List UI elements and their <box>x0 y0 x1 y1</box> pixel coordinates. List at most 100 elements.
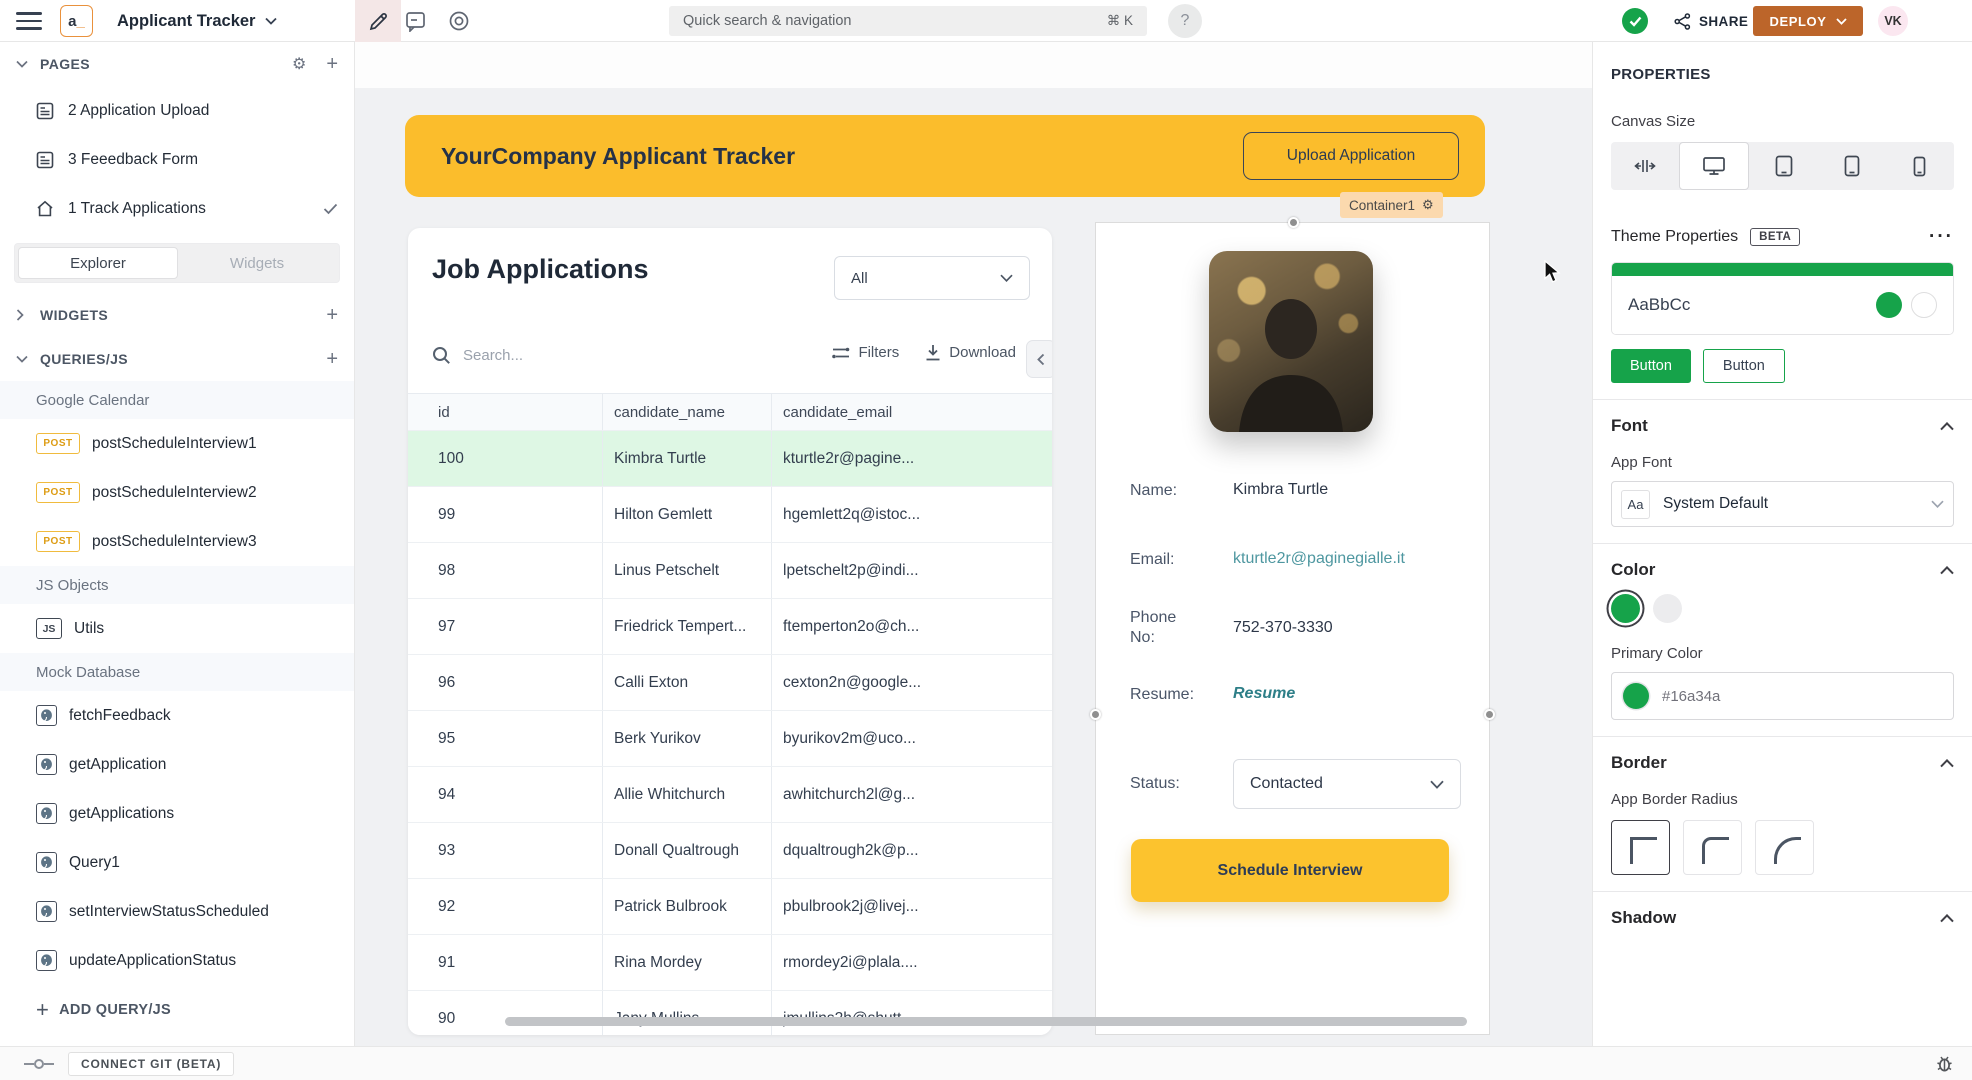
group-label: Mock Database <box>36 664 140 681</box>
chevron-up-icon[interactable] <box>1940 566 1954 575</box>
pages-settings-icon[interactable]: ⚙ <box>292 54 306 74</box>
secondary-button-preview[interactable]: Button <box>1703 349 1785 383</box>
app-logo[interactable]: a_ <box>60 5 93 37</box>
column-header-candidate-name[interactable]: candidate_name <box>614 404 725 421</box>
add-query-js-button[interactable]: + ADD QUERY/JS <box>0 985 354 1034</box>
font-section-header[interactable]: Font <box>1611 416 1954 436</box>
border-radius-none-option[interactable] <box>1611 820 1670 875</box>
table-row[interactable]: 100 Kimbra Turtle kturtle2r@pagine... <box>408 431 1052 487</box>
help-button[interactable]: ? <box>1168 4 1202 38</box>
resume-link[interactable]: Resume <box>1233 685 1295 703</box>
cell-id: 95 <box>438 730 455 748</box>
tab-explorer[interactable]: Explorer <box>18 247 178 279</box>
share-button[interactable]: SHARE <box>1674 0 1748 42</box>
sidebar-page-application-upload[interactable]: 2 Application Upload <box>0 86 354 135</box>
status-select[interactable]: Contacted <box>1233 759 1461 809</box>
add-query-plus-button[interactable]: + <box>326 349 338 369</box>
quick-search-input[interactable]: Quick search & navigation ⌘ K <box>669 6 1147 36</box>
js-object-utils[interactable]: JS Utils <box>0 604 354 653</box>
background-color-swatch[interactable] <box>1653 594 1682 623</box>
collapse-panel-button[interactable] <box>1026 340 1052 378</box>
column-header-candidate-email[interactable]: candidate_email <box>783 404 892 421</box>
add-page-button[interactable]: + <box>326 54 338 74</box>
add-widget-button[interactable]: + <box>326 305 338 325</box>
tab-widgets[interactable]: Widgets <box>178 247 336 279</box>
app-header-banner-widget[interactable]: YourCompany Applicant Tracker Upload App… <box>405 115 1485 197</box>
primary-color-swatch[interactable] <box>1611 594 1640 623</box>
download-button[interactable]: Download <box>925 344 1016 361</box>
user-avatar[interactable]: VK <box>1878 6 1908 36</box>
comments-mode-button[interactable] <box>404 10 426 32</box>
query-setinterviewstatusscheduled[interactable]: setInterviewStatusScheduled <box>0 887 354 936</box>
theme-background-swatch[interactable] <box>1911 292 1937 318</box>
table-row[interactable]: 98 Linus Petschelt lpetschelt2p@indi... <box>408 543 1052 599</box>
table-row[interactable]: 96 Calli Exton cexton2n@google... <box>408 655 1052 711</box>
canvas-size-tablet-large-option[interactable] <box>1749 142 1817 190</box>
group-label: JS Objects <box>36 577 109 594</box>
resize-handle-left[interactable] <box>1090 709 1101 720</box>
query-getapplication[interactable]: getApplication <box>0 740 354 789</box>
chevron-up-icon[interactable] <box>1940 914 1954 923</box>
query-postscheduleinterview3[interactable]: POST postScheduleInterview3 <box>0 517 354 566</box>
table-row[interactable]: 91 Rina Mordey rmordey2i@plala.... <box>408 935 1052 991</box>
canvas-size-mobile-option[interactable] <box>1886 142 1954 190</box>
sidebar-page-track-applications[interactable]: 1 Track Applications <box>0 184 354 233</box>
sidebar-page-feedback-form[interactable]: 3 Feeedback Form <box>0 135 354 184</box>
table-header-row[interactable]: id candidate_name candidate_email <box>408 393 1052 431</box>
theme-preview-card[interactable]: AaBbCc <box>1611 262 1954 335</box>
canvas-size-desktop-option[interactable] <box>1679 142 1749 190</box>
deploy-button[interactable]: DEPLOY <box>1753 6 1863 36</box>
chevron-down-icon <box>1931 500 1944 508</box>
canvas-size-fluid-option[interactable] <box>1611 142 1679 190</box>
table-row[interactable]: 95 Berk Yurikov byurikov2m@uco... <box>408 711 1052 767</box>
table-search-input[interactable]: Search... <box>432 346 523 365</box>
app-title-menu[interactable]: Applicant Tracker <box>117 0 277 42</box>
status-filter-select[interactable]: All <box>834 256 1030 300</box>
shadow-section-header[interactable]: Shadow <box>1611 908 1954 928</box>
container1-widget[interactable]: Name: Kimbra Turtle Email: kturtle2r@pag… <box>1095 222 1490 1035</box>
resize-handle-right[interactable] <box>1484 709 1495 720</box>
query-fetchfeedback[interactable]: fetchFeedback <box>0 691 354 740</box>
border-section-header[interactable]: Border <box>1611 753 1954 773</box>
theme-primary-swatch[interactable] <box>1876 292 1902 318</box>
theme-more-options-button[interactable]: ··· <box>1929 226 1954 248</box>
primary-button-preview[interactable]: Button <box>1611 349 1691 383</box>
selected-widget-tag[interactable]: Container1 ⚙ <box>1340 192 1443 218</box>
chevron-up-icon[interactable] <box>1940 422 1954 431</box>
filters-button[interactable]: Filters <box>832 344 899 361</box>
app-font-select[interactable]: Aa System Default <box>1611 481 1954 527</box>
widgets-section-row[interactable]: WIDGETS + <box>0 293 354 337</box>
hamburger-menu-icon[interactable] <box>16 12 42 30</box>
upload-application-button[interactable]: Upload Application <box>1243 132 1459 180</box>
column-header-id[interactable]: id <box>438 404 450 421</box>
query-postscheduleinterview1[interactable]: POST postScheduleInterview1 <box>0 419 354 468</box>
border-radius-medium-option[interactable] <box>1683 820 1742 875</box>
schedule-interview-button[interactable]: Schedule Interview <box>1131 839 1449 902</box>
query-getapplications[interactable]: getApplications <box>0 789 354 838</box>
view-mode-button[interactable] <box>448 10 470 32</box>
table-row[interactable]: 93 Donall Qualtrough dqualtrough2k@p... <box>408 823 1052 879</box>
table-row[interactable]: 92 Patrick Bulbrook pbulbrook2j@livej... <box>408 879 1052 935</box>
connect-git-button[interactable]: CONNECT GIT (BETA) <box>68 1052 234 1076</box>
chevron-up-icon[interactable] <box>1940 759 1954 768</box>
query-postscheduleinterview2[interactable]: POST postScheduleInterview2 <box>0 468 354 517</box>
primary-color-input[interactable]: #16a34a <box>1611 672 1954 720</box>
widget-settings-gear-icon[interactable]: ⚙ <box>1422 197 1434 213</box>
color-section-header[interactable]: Color <box>1611 560 1954 580</box>
horizontal-scrollbar[interactable] <box>505 1017 1467 1026</box>
pages-header-row[interactable]: PAGES ⚙ + <box>0 42 354 86</box>
secondary-button-label: Button <box>1723 358 1765 374</box>
resize-handle-top[interactable] <box>1288 217 1299 228</box>
border-radius-large-option[interactable] <box>1755 820 1814 875</box>
table-row[interactable]: 90 Jany Mullins jmullins2h@shutt... <box>408 991 1052 1035</box>
canvas-size-tablet-option[interactable] <box>1818 142 1886 190</box>
table-row[interactable]: 97 Friedrick Tempert... ftemperton2o@ch.… <box>408 599 1052 655</box>
query-query1[interactable]: Query1 <box>0 838 354 887</box>
table-row[interactable]: 99 Hilton Gemlett hgemlett2q@istoc... <box>408 487 1052 543</box>
queries-section-row[interactable]: QUERIES/JS + <box>0 337 354 381</box>
debug-bug-icon[interactable] <box>1935 1054 1954 1073</box>
edit-mode-button[interactable] <box>355 0 401 42</box>
email-link[interactable]: kturtle2r@paginegialle.it <box>1233 550 1405 568</box>
table-row[interactable]: 94 Allie Whitchurch awhitchurch2l@g... <box>408 767 1052 823</box>
query-updateapplicationstatus[interactable]: updateApplicationStatus <box>0 936 354 985</box>
